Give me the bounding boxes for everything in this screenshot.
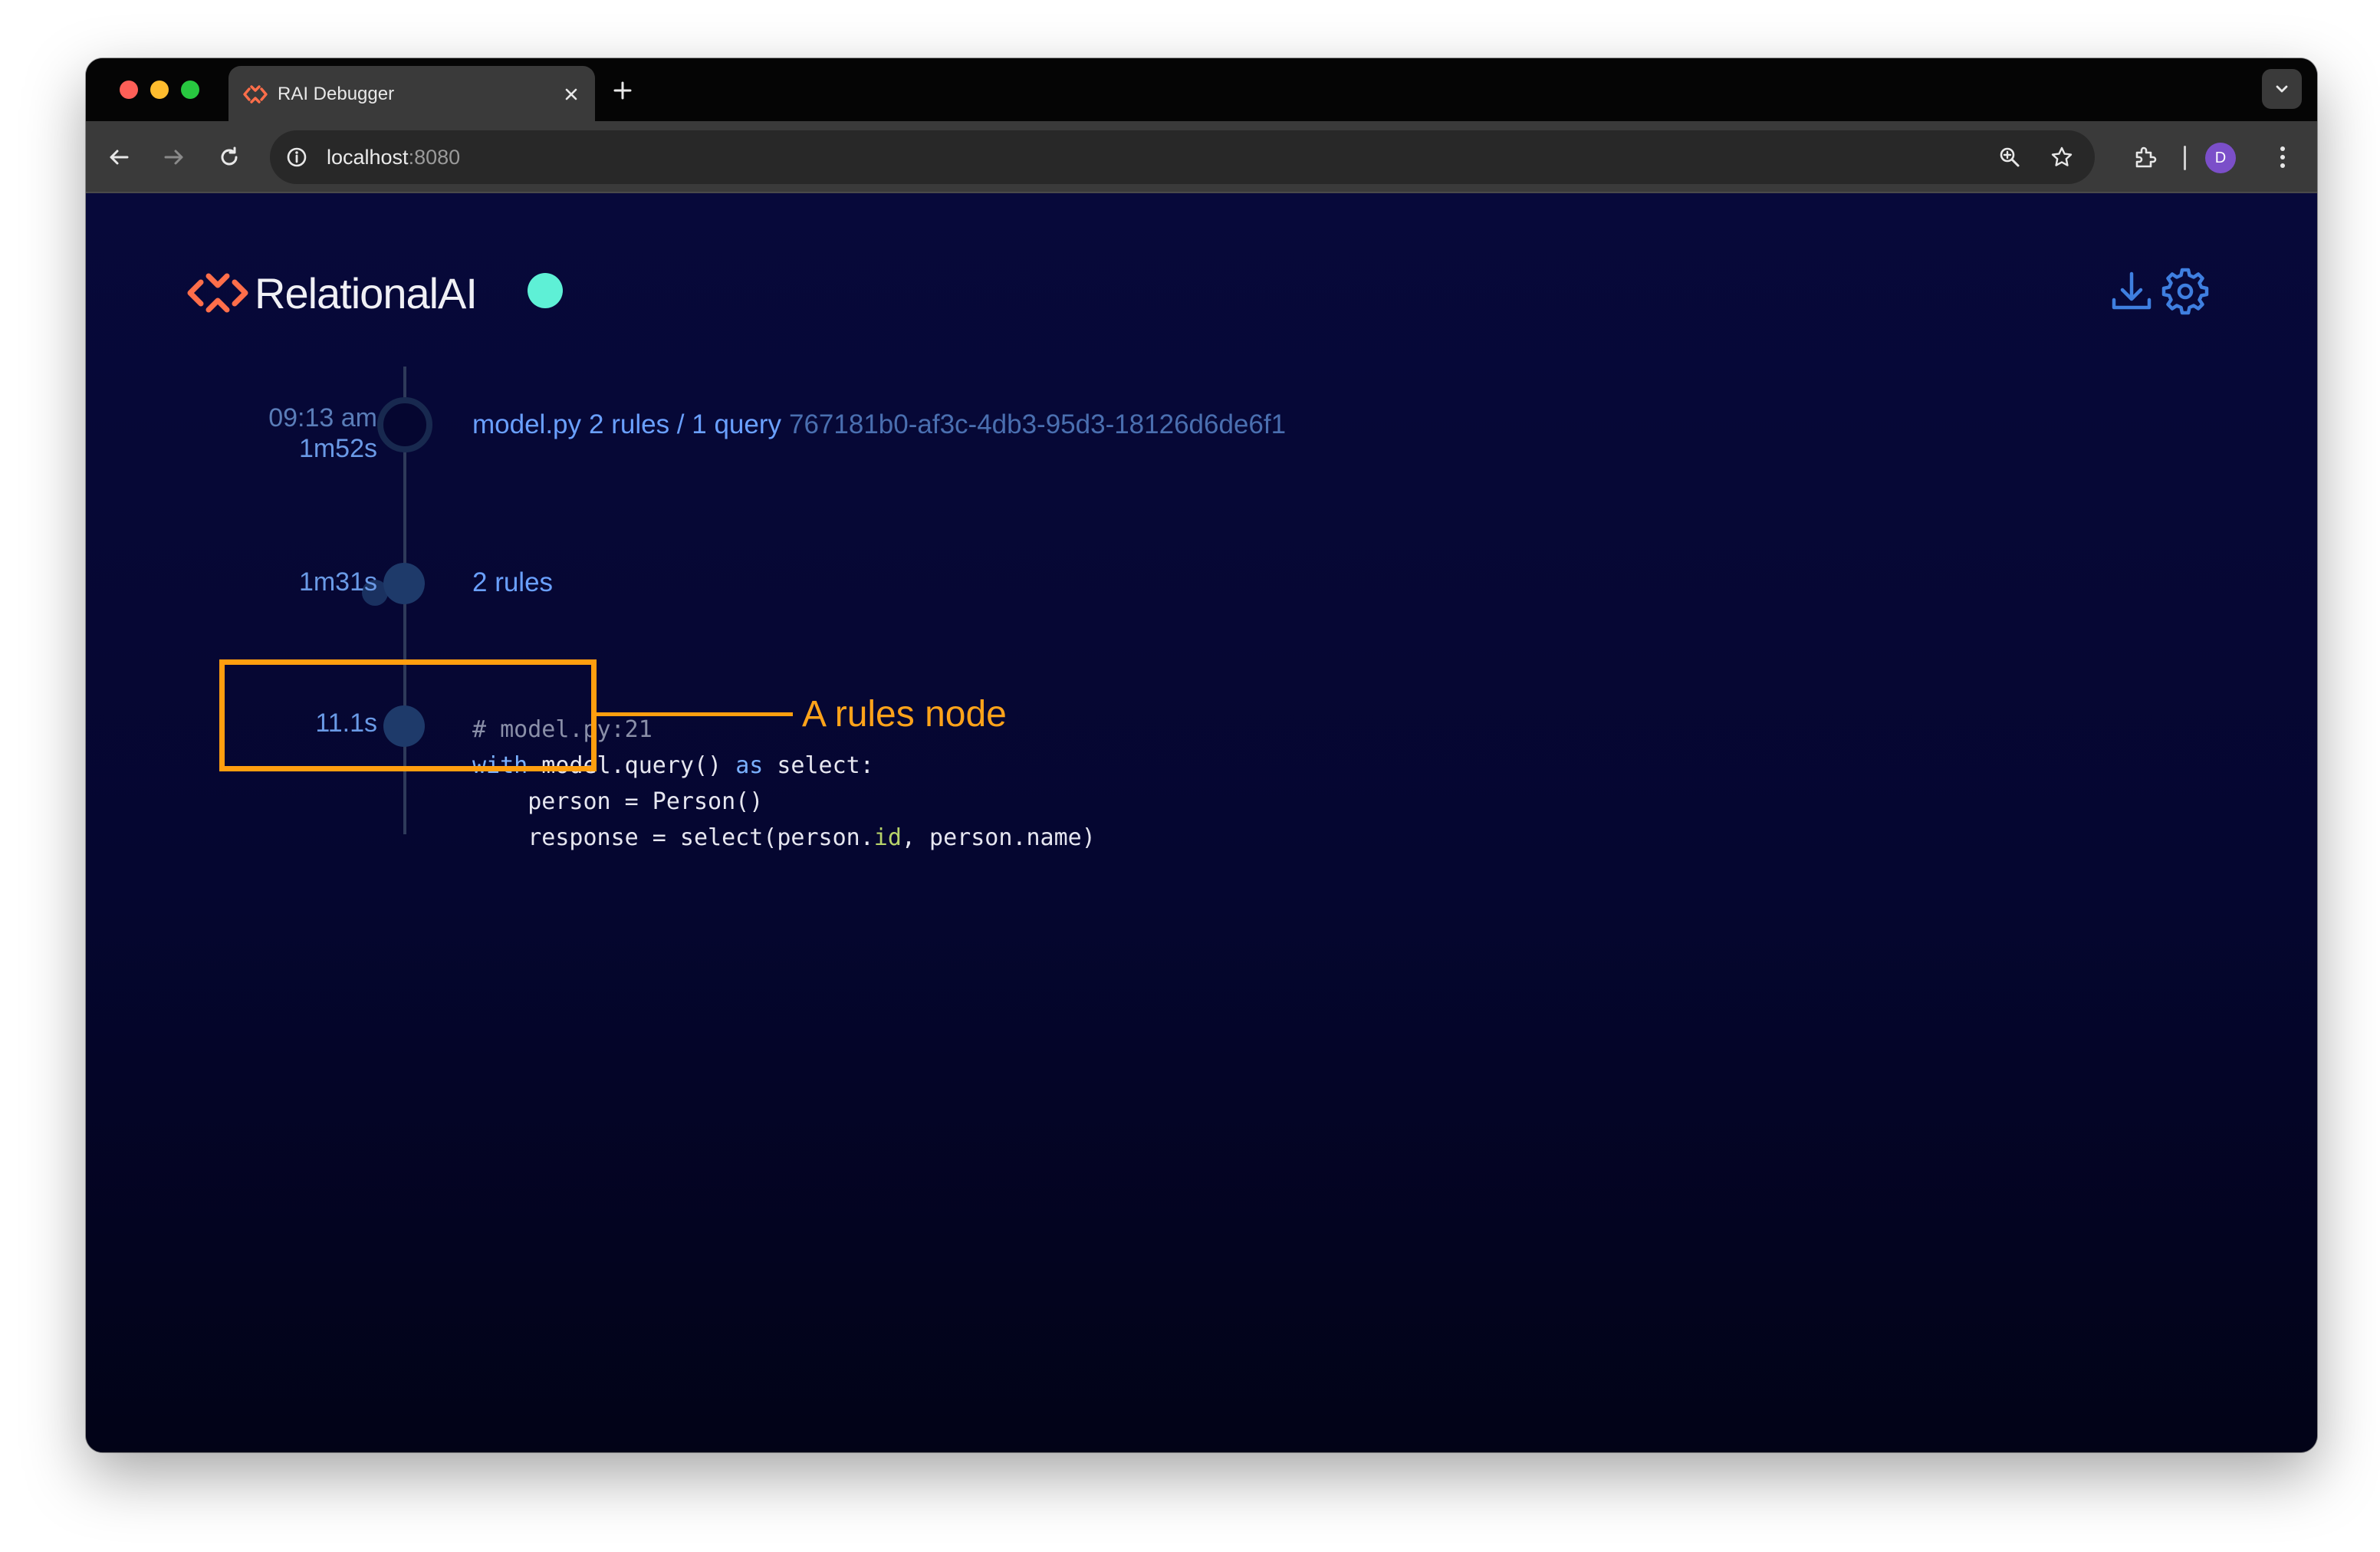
tab-search-chevron-down-icon[interactable] <box>2262 69 2302 109</box>
maximize-window-button[interactable] <box>181 81 199 99</box>
profile-avatar[interactable]: D <box>2205 143 2236 173</box>
code-person-line: person = Person() <box>472 788 764 815</box>
tab-rai-debugger[interactable]: RAI Debugger <box>228 66 595 121</box>
url-port: :8080 <box>408 146 461 169</box>
settings-gear-icon[interactable] <box>2161 267 2210 316</box>
zoom-icon[interactable] <box>1995 143 2024 172</box>
rules-node-label[interactable]: 2 rules <box>472 567 553 598</box>
relationalai-logo-mark-icon <box>187 273 248 313</box>
more-menu-kebab-icon[interactable] <box>2265 140 2300 175</box>
address-bar[interactable]: localhost:8080 <box>270 130 2095 184</box>
minimize-window-button[interactable] <box>150 81 169 99</box>
code-keyword-as: as <box>735 752 764 779</box>
tab-title: RAI Debugger <box>278 84 395 104</box>
connection-status-dot <box>528 273 563 308</box>
run-summary[interactable]: model.py 2 rules / 1 query 767181b0-af3c-4… <box>472 409 1286 440</box>
run-counts: 2 rules / 1 query <box>589 409 781 439</box>
toolbar-divider <box>2184 146 2186 170</box>
brand-name: RelationalAI <box>255 268 478 317</box>
extensions-puzzle-icon[interactable] <box>2127 140 2162 175</box>
reload-icon[interactable] <box>212 140 247 175</box>
code-select: select: <box>763 752 874 779</box>
download-icon[interactable] <box>2107 267 2156 316</box>
run-node[interactable] <box>377 397 432 452</box>
rules-duration: 1m31s <box>298 567 377 597</box>
relationalai-logo: RelationalAI <box>186 264 478 322</box>
code-response-end: , person.name) <box>901 824 1096 851</box>
run-duration: 1m52s <box>298 434 377 463</box>
browser-toolbar: localhost:8080 D <box>86 121 2317 193</box>
run-start-time: 09:13 am <box>268 403 377 432</box>
code-response-start: response = select(person. <box>472 824 874 851</box>
debugger-page: RelationalAI 09:13 am 1m52s 1m31s 11.1s … <box>86 193 2317 1452</box>
run-id: 767181b0-af3c-4db3-95d3-18126d6de6f1 <box>789 409 1287 439</box>
site-info-icon[interactable] <box>282 143 311 172</box>
url-text[interactable]: localhost:8080 <box>327 130 460 184</box>
relationalai-favicon-icon <box>242 81 268 107</box>
new-tab-plus-icon[interactable] <box>607 75 638 106</box>
close-window-button[interactable] <box>120 81 138 99</box>
tab-close-icon[interactable] <box>557 80 586 109</box>
annotation-connector-line <box>597 712 793 716</box>
code-attr-id: id <box>873 824 902 851</box>
rules-node[interactable] <box>383 563 425 604</box>
browser-window: RAI Debugger localhost:8080 D Relational… <box>86 58 2317 1452</box>
run-file: model.py <box>472 409 582 439</box>
tab-strip: RAI Debugger <box>86 58 2317 121</box>
bookmark-star-icon[interactable] <box>2047 143 2076 172</box>
back-arrow-icon[interactable] <box>101 140 136 175</box>
forward-arrow-icon[interactable] <box>156 140 192 175</box>
url-host: localhost <box>327 146 409 169</box>
annotation-highlight-box <box>219 659 597 771</box>
annotation-label: A rules node <box>802 694 1007 735</box>
